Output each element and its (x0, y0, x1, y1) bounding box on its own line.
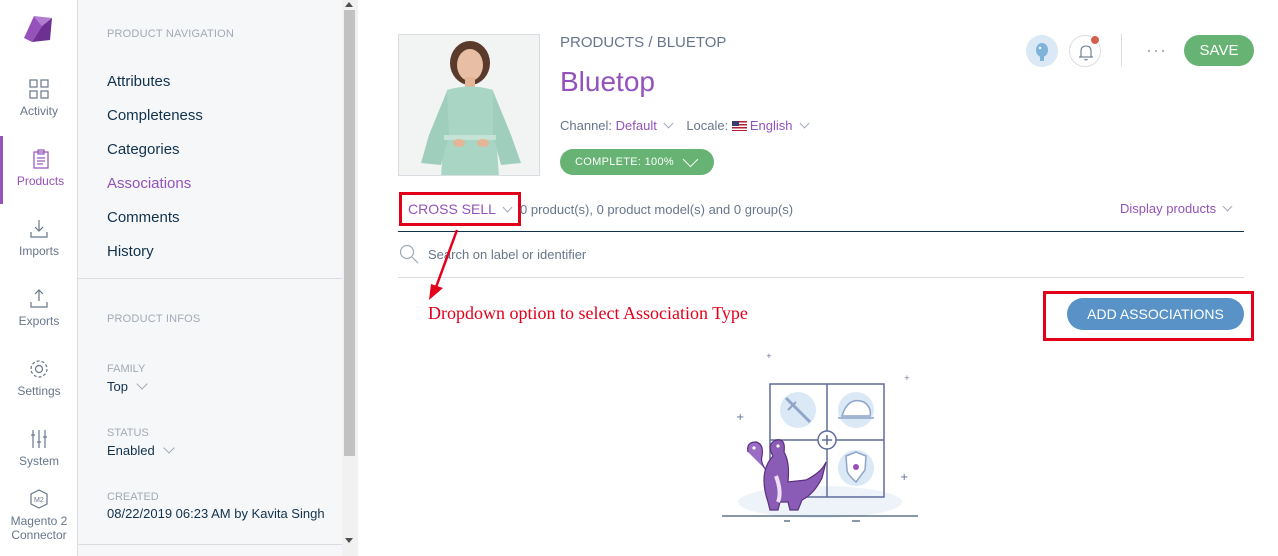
nav-link-categories[interactable]: Categories (107, 141, 180, 158)
akeneo-logo[interactable] (20, 12, 56, 46)
gear-icon (30, 360, 48, 378)
associations-header-line (398, 231, 1244, 232)
menu-label-magento-connector: Magento 2 Connector (10, 514, 68, 542)
svg-text:+: + (900, 472, 908, 483)
nav-divider-bottom (78, 544, 342, 545)
more-actions-button[interactable]: ··· (1146, 40, 1167, 61)
channel-label: Channel: (560, 118, 613, 133)
scroll-down-arrow-icon[interactable] (345, 538, 353, 543)
header-separator (1121, 34, 1122, 66)
breadcrumb-products-link[interactable]: PRODUCTS (560, 34, 644, 51)
menu-item-activity[interactable]: Activity (0, 78, 78, 144)
menu-item-products[interactable]: Products (0, 136, 78, 204)
chevron-down-icon (682, 151, 699, 168)
breadcrumb-separator: / (648, 34, 653, 51)
menu-item-imports[interactable]: Imports (0, 218, 78, 284)
nav-link-history[interactable]: History (107, 243, 154, 260)
user-avatar[interactable] (1026, 35, 1058, 67)
chevron-down-icon (163, 442, 175, 454)
menu-label-activity: Activity (19, 104, 58, 118)
svg-text:+: + (904, 374, 910, 382)
menu-label-imports: Imports (18, 244, 59, 258)
nav-link-attributes[interactable]: Attributes (107, 73, 170, 90)
svg-text:M2: M2 (34, 497, 44, 504)
display-products-dropdown[interactable]: Display products (1120, 201, 1233, 216)
save-button[interactable]: SAVE (1184, 35, 1254, 66)
breadcrumb-current: BLUETOP (656, 34, 727, 51)
channel-select[interactable]: Default (615, 118, 674, 133)
chevron-down-icon (1222, 201, 1233, 212)
menu-item-settings[interactable]: Settings (0, 358, 78, 424)
annotation-text: Dropdown option to select Association Ty… (428, 303, 748, 323)
us-flag-icon (731, 121, 747, 131)
nav-link-completeness[interactable]: Completeness (107, 107, 203, 124)
product-column-navigation: PRODUCT NAVIGATION Attributes Completene… (78, 0, 358, 556)
family-label: FAMILY (107, 363, 146, 375)
scroll-up-arrow-icon[interactable] (345, 2, 353, 7)
annotation-highlight-box-dropdown (399, 192, 521, 226)
menu-label-exports: Exports (18, 314, 60, 328)
association-counts: 0 product(s), 0 product model(s) and 0 g… (520, 202, 794, 217)
annotation-arrow-icon (429, 229, 459, 300)
menu-label-system: System (18, 454, 59, 468)
nav-scrollbar-thumb[interactable] (344, 10, 355, 456)
product-navigation-title: PRODUCT NAVIGATION (107, 28, 235, 40)
menu-item-system[interactable]: System (0, 428, 78, 494)
annotation-highlight-box-add (1043, 291, 1254, 341)
locale-label: Locale: (686, 118, 729, 133)
menu-item-magento-connector[interactable]: M2 Magento 2 Connector (0, 488, 78, 554)
chevron-down-icon (663, 118, 674, 129)
display-products-label: Display products (1120, 201, 1217, 216)
created-label: CREATED (107, 491, 159, 503)
chevron-down-icon (799, 118, 809, 129)
family-value: Top (107, 379, 128, 394)
search-input[interactable] (428, 244, 1208, 264)
menu-item-exports[interactable]: Exports (0, 288, 78, 354)
product-image (398, 34, 540, 176)
main-menu: Activity Products Imports Exports Settin… (0, 0, 78, 556)
sliders-icon (31, 430, 47, 448)
menu-label-products: Products (16, 174, 65, 188)
nav-link-associations[interactable]: Associations (107, 175, 191, 192)
status-value: Enabled (107, 443, 155, 458)
channel-value: Default (615, 118, 657, 133)
svg-text:+: + (736, 412, 744, 423)
clipboard-icon (32, 149, 49, 169)
dashboard-icon (29, 79, 49, 99)
search-underline (398, 277, 1244, 278)
status-select[interactable]: Enabled (107, 442, 175, 458)
search-icon (399, 244, 419, 264)
product-infos-title: PRODUCT INFOS (107, 313, 201, 325)
breadcrumb: PRODUCTS / BLUETOP (560, 34, 726, 51)
status-label: STATUS (107, 427, 149, 439)
m2-icon: M2 (30, 489, 48, 509)
context-switcher: Channel: Default Locale: English (560, 118, 809, 133)
family-select[interactable]: Top (107, 378, 148, 394)
export-icon (30, 289, 48, 308)
created-value: 08/22/2019 06:23 AM by Kavita Singh (107, 506, 325, 521)
locale-value: English (749, 118, 793, 133)
completeness-label: COMPLETE: 100% (575, 156, 674, 168)
locale-select[interactable]: English (731, 118, 809, 133)
notification-dot-badge (1090, 35, 1100, 45)
empty-associations-illustration: + + + + (722, 352, 918, 522)
menu-label-settings: Settings (17, 384, 61, 398)
completeness-badge[interactable]: COMPLETE: 100% (560, 149, 714, 175)
import-icon (30, 220, 48, 238)
page-title: Bluetop (560, 66, 655, 97)
chevron-down-icon (136, 378, 148, 390)
svg-text:+: + (766, 352, 772, 360)
nav-link-comments[interactable]: Comments (107, 209, 180, 226)
nav-divider (78, 278, 342, 279)
